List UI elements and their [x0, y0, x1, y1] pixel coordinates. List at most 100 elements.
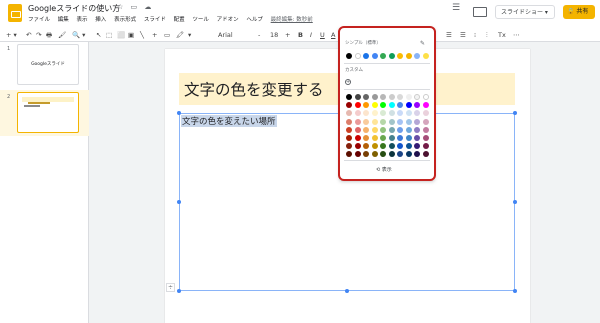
- palette-color-swatch[interactable]: [405, 110, 412, 117]
- palette-color-swatch[interactable]: [354, 118, 361, 125]
- palette-color-swatch[interactable]: [388, 118, 395, 125]
- palette-color-swatch[interactable]: [405, 135, 412, 141]
- palette-color-swatch[interactable]: [414, 135, 420, 141]
- palette-color-swatch[interactable]: [354, 110, 361, 117]
- palette-color-swatch[interactable]: [371, 143, 378, 150]
- menu-view[interactable]: 表示: [77, 17, 88, 23]
- accent-color-swatch[interactable]: [405, 53, 412, 59]
- palette-color-swatch[interactable]: [380, 118, 386, 125]
- slide-thumbnail[interactable]: [17, 92, 79, 133]
- palette-color-swatch[interactable]: [422, 151, 429, 158]
- palette-color-swatch[interactable]: [346, 126, 352, 133]
- menu-file[interactable]: ファイル: [28, 17, 50, 23]
- palette-color-swatch[interactable]: [405, 102, 412, 109]
- print-icon[interactable]: 🖶: [46, 30, 52, 40]
- font-family-select[interactable]: Arial: [218, 30, 233, 40]
- bold-button[interactable]: B: [298, 30, 303, 40]
- palette-color-swatch[interactable]: [380, 126, 386, 133]
- numbered-list-icon[interactable]: ☰: [446, 30, 452, 40]
- palette-color-swatch[interactable]: [346, 94, 352, 100]
- palette-color-swatch[interactable]: [414, 126, 420, 133]
- palette-color-swatch[interactable]: [405, 126, 412, 133]
- palette-color-swatch[interactable]: [422, 102, 429, 109]
- accent-color-swatch[interactable]: [380, 53, 386, 59]
- palette-color-swatch[interactable]: [354, 143, 361, 150]
- palette-color-swatch[interactable]: [363, 135, 369, 141]
- slide-title[interactable]: 文字の色を変更する: [184, 78, 324, 100]
- menu-insert[interactable]: 挿入: [95, 17, 106, 23]
- palette-color-swatch[interactable]: [388, 151, 395, 158]
- shape-icon[interactable]: ▣: [128, 30, 134, 40]
- palette-color-swatch[interactable]: [422, 143, 429, 150]
- decrease-indent-icon[interactable]: ⁝: [474, 30, 476, 40]
- palette-color-swatch[interactable]: [354, 94, 361, 100]
- palette-color-swatch[interactable]: [388, 135, 395, 141]
- resize-handle[interactable]: [513, 200, 517, 204]
- text-box-icon[interactable]: ⬚: [106, 30, 112, 40]
- speaker-notes-toggle[interactable]: ÷: [166, 283, 175, 292]
- menu-arrange[interactable]: 配置: [174, 17, 185, 23]
- palette-color-swatch[interactable]: [422, 94, 429, 100]
- line-icon[interactable]: ╲: [140, 30, 144, 40]
- resize-handle[interactable]: [177, 111, 181, 115]
- fill-color-icon[interactable]: ▭: [164, 30, 170, 40]
- resize-handle[interactable]: [513, 111, 517, 115]
- palette-color-swatch[interactable]: [354, 151, 361, 158]
- palette-color-swatch[interactable]: [363, 118, 369, 125]
- palette-color-swatch[interactable]: [371, 151, 378, 158]
- increase-indent-icon[interactable]: ⫶: [486, 30, 488, 40]
- accent-color-swatch[interactable]: [354, 53, 361, 59]
- palette-color-swatch[interactable]: [354, 126, 361, 133]
- palette-color-swatch[interactable]: [346, 135, 352, 141]
- redo-icon[interactable]: ↷: [36, 30, 41, 40]
- palette-color-swatch[interactable]: [414, 118, 420, 125]
- palette-color-swatch[interactable]: [388, 126, 395, 133]
- palette-color-swatch[interactable]: [346, 118, 352, 125]
- document-title[interactable]: Googleスライドの使い方: [28, 3, 120, 14]
- palette-color-swatch[interactable]: [371, 118, 378, 125]
- menu-tools[interactable]: ツール: [192, 17, 209, 23]
- border-weight-dropdown[interactable]: ▾: [188, 30, 191, 40]
- resize-handle[interactable]: [513, 289, 517, 293]
- palette-color-swatch[interactable]: [371, 94, 378, 100]
- menu-help[interactable]: ヘルプ: [246, 17, 263, 23]
- palette-color-swatch[interactable]: [388, 102, 395, 109]
- palette-color-swatch[interactable]: [363, 126, 369, 133]
- palette-color-swatch[interactable]: [422, 126, 429, 133]
- add-custom-color-icon[interactable]: +: [345, 79, 351, 85]
- palette-color-swatch[interactable]: [363, 94, 369, 100]
- palette-color-swatch[interactable]: [371, 110, 378, 117]
- palette-color-swatch[interactable]: [405, 94, 412, 100]
- accent-color-swatch[interactable]: [346, 53, 352, 59]
- font-size-input[interactable]: 18: [270, 30, 278, 40]
- last-edit-link[interactable]: 最終編集: 数秒前: [271, 17, 313, 23]
- slide-thumbnail-row-selected[interactable]: 2: [0, 90, 89, 136]
- palette-color-swatch[interactable]: [414, 94, 420, 100]
- accent-color-swatch[interactable]: [371, 53, 378, 59]
- accent-color-swatch[interactable]: [414, 53, 420, 59]
- menu-format[interactable]: 表示形式: [114, 17, 136, 23]
- palette-color-swatch[interactable]: [388, 94, 395, 100]
- accent-color-swatch[interactable]: [422, 53, 429, 59]
- new-slide-button[interactable]: + ▾: [6, 30, 17, 40]
- palette-color-swatch[interactable]: [371, 135, 378, 141]
- comment-add-icon[interactable]: +: [152, 30, 157, 40]
- palette-color-swatch[interactable]: [388, 143, 395, 150]
- palette-color-swatch[interactable]: [388, 110, 395, 117]
- cloud-icon[interactable]: ☁: [144, 3, 151, 11]
- palette-color-swatch[interactable]: [354, 135, 361, 141]
- palette-color-swatch[interactable]: [397, 94, 403, 100]
- palette-color-swatch[interactable]: [354, 102, 361, 109]
- italic-button[interactable]: I: [310, 30, 312, 40]
- font-size-increase[interactable]: +: [285, 30, 290, 40]
- underline-button[interactable]: U: [320, 30, 325, 40]
- comment-history-icon[interactable]: ☰: [452, 3, 466, 17]
- palette-color-swatch[interactable]: [422, 118, 429, 125]
- folder-icon[interactable]: ▭: [131, 3, 138, 11]
- palette-color-swatch[interactable]: [405, 118, 412, 125]
- palette-color-swatch[interactable]: [397, 118, 403, 125]
- palette-color-swatch[interactable]: [380, 135, 386, 141]
- resize-handle[interactable]: [177, 200, 181, 204]
- undo-icon[interactable]: ↶: [26, 30, 31, 40]
- paint-format-icon[interactable]: 🖌: [58, 30, 66, 40]
